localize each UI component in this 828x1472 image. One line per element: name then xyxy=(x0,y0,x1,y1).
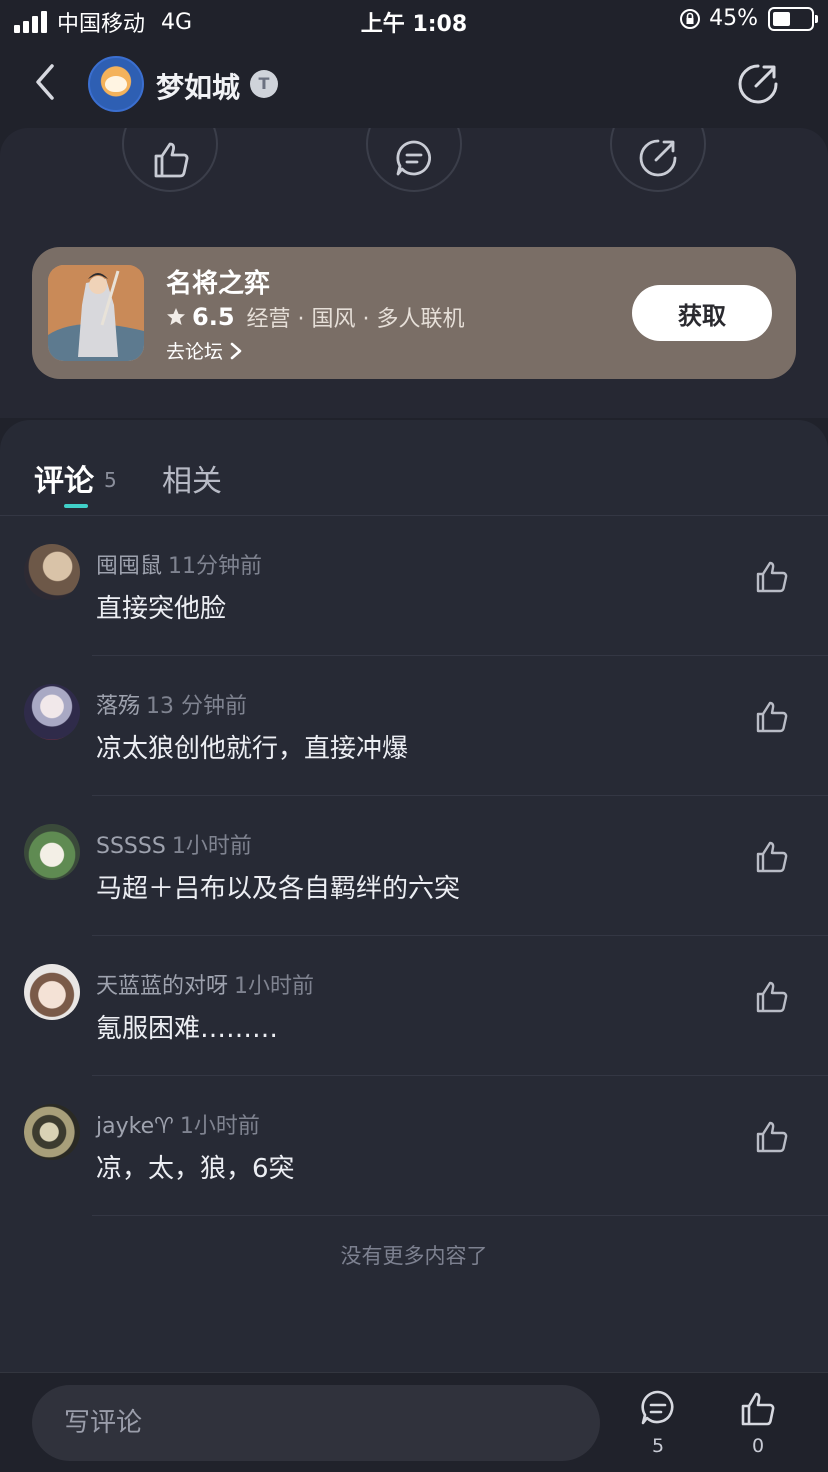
status-left: 中国移动 4G xyxy=(14,6,192,38)
comments-panel: 评论 5 相关 囤囤鼠 11分钟前 直接突他脸 落殇 13 分钟前 凉太狼创他就行，… xyxy=(0,420,828,1372)
comment-meta: 囤囤鼠 11分钟前 xyxy=(96,548,262,580)
rotation-lock-icon xyxy=(680,8,701,29)
comment-meta: jayke♈ 1小时前 xyxy=(96,1108,260,1140)
comment-item: 落殇 13 分钟前 凉太狼创他就行，直接冲爆 xyxy=(0,656,828,796)
tab-comments[interactable]: 评论 xyxy=(34,456,94,500)
comment-text: 马超＋吕布以及各自羁绊的六突 xyxy=(96,874,461,904)
write-comment-input[interactable] xyxy=(32,1385,600,1461)
comment-post-button[interactable] xyxy=(366,128,462,192)
share-post-button[interactable] xyxy=(610,128,706,192)
comment-bubble-icon xyxy=(641,1390,674,1425)
commenter-avatar[interactable] xyxy=(24,544,80,600)
comment-time: 13 分钟前 xyxy=(146,694,248,719)
page: 中国移动 4G 上午 1:08 45% 梦如城 T 名将之弈 6.5 经营 · … xyxy=(0,0,828,1472)
game-thumbnail[interactable] xyxy=(48,265,144,361)
active-tab-indicator xyxy=(64,504,88,508)
comment-item: jayke♈ 1小时前 凉，太，狼，6突 xyxy=(0,1076,828,1216)
carrier-label: 中国移动 xyxy=(57,12,146,37)
status-right: 45% xyxy=(679,6,818,31)
back-icon[interactable] xyxy=(28,60,62,104)
comment-item: 天蓝蓝的对呀 1小时前 氪服困难……… xyxy=(0,936,828,1076)
game-rating: 6.5 xyxy=(192,303,235,331)
network-label: 4G xyxy=(161,9,193,35)
like-count: 0 xyxy=(751,1435,765,1457)
tabs-bar: 评论 5 相关 xyxy=(0,420,828,516)
signal-icon xyxy=(14,11,47,33)
author-name[interactable]: 梦如城 xyxy=(156,66,240,106)
commenter-name[interactable]: 囤囤鼠 xyxy=(96,554,162,579)
bottom-bar: 5 0 xyxy=(0,1372,828,1472)
comment-count: 5 xyxy=(651,1435,665,1457)
share-icon xyxy=(639,139,677,177)
no-more-content-label: 没有更多内容了 xyxy=(340,1244,488,1268)
thumbs-up-icon[interactable] xyxy=(754,558,790,594)
comment-time: 11分钟前 xyxy=(168,554,263,579)
like-count-button[interactable]: 0 xyxy=(728,1389,788,1457)
game-title[interactable]: 名将之弈 xyxy=(166,263,270,300)
comment-meta: 天蓝蓝的对呀 1小时前 xyxy=(96,968,314,1000)
commenter-avatar[interactable] xyxy=(24,1104,80,1160)
get-game-button[interactable]: 获取 xyxy=(632,285,772,341)
status-bar: 中国移动 4G 上午 1:08 45% xyxy=(0,0,828,42)
commenter-avatar[interactable] xyxy=(24,684,80,740)
battery-icon xyxy=(768,6,818,31)
post-header: 梦如城 T xyxy=(0,42,828,128)
battery-percent: 45% xyxy=(709,6,758,31)
comment-meta: 落殇 13 分钟前 xyxy=(96,688,247,720)
commenter-name[interactable]: SSSSS xyxy=(96,834,166,859)
comment-item: 囤囤鼠 11分钟前 直接突他脸 xyxy=(0,516,828,656)
level-badge-icon: T xyxy=(250,70,278,98)
game-card[interactable]: 名将之弈 6.5 经营 · 国风 · 多人联机 去论坛 获取 xyxy=(32,247,796,379)
thumbs-up-icon[interactable] xyxy=(754,1118,790,1154)
game-meta: 6.5 经营 · 国风 · 多人联机 xyxy=(166,301,464,333)
thumbs-up-icon[interactable] xyxy=(754,978,790,1014)
comment-text: 氪服困难……… xyxy=(96,1014,279,1044)
comment-count-button[interactable]: 5 xyxy=(628,1389,688,1457)
comment-time: 1小时前 xyxy=(171,834,252,859)
author-avatar[interactable] xyxy=(88,56,144,112)
comment-bubble-icon xyxy=(396,140,431,176)
thumbs-up-icon[interactable] xyxy=(754,838,790,874)
commenter-name[interactable]: jayke♈ xyxy=(96,1114,174,1139)
comment-item: SSSSS 1小时前 马超＋吕布以及各自羁绊的六突 xyxy=(0,796,828,936)
comment-meta: SSSSS 1小时前 xyxy=(96,828,252,860)
divider xyxy=(92,1215,828,1216)
comment-text: 凉太狼创他就行，直接冲爆 xyxy=(96,734,409,764)
game-artwork xyxy=(48,265,144,361)
thumbs-up-icon xyxy=(154,142,189,178)
go-to-forum-link[interactable]: 去论坛 xyxy=(166,337,243,364)
commenter-avatar[interactable] xyxy=(24,824,80,880)
comment-text: 直接突他脸 xyxy=(96,594,227,624)
thumbs-up-icon[interactable] xyxy=(754,698,790,734)
like-post-button[interactable] xyxy=(122,128,218,192)
comment-text: 凉，太，狼，6突 xyxy=(96,1154,295,1184)
game-tags: 经营 · 国风 · 多人联机 xyxy=(246,307,465,332)
commenter-name[interactable]: 落殇 xyxy=(96,694,140,719)
tab-related[interactable]: 相关 xyxy=(162,456,222,500)
thumbs-up-icon xyxy=(741,1392,775,1426)
commenter-name[interactable]: 天蓝蓝的对呀 xyxy=(96,974,228,999)
comment-time: 1小时前 xyxy=(234,974,315,999)
tab-comments-count: 5 xyxy=(104,468,117,492)
forum-link-label: 去论坛 xyxy=(166,341,224,363)
commenter-avatar[interactable] xyxy=(24,964,80,1020)
comment-time: 1小时前 xyxy=(179,1114,260,1139)
share-icon[interactable] xyxy=(736,62,780,106)
chevron-right-icon xyxy=(230,342,242,359)
star-icon xyxy=(167,308,185,325)
